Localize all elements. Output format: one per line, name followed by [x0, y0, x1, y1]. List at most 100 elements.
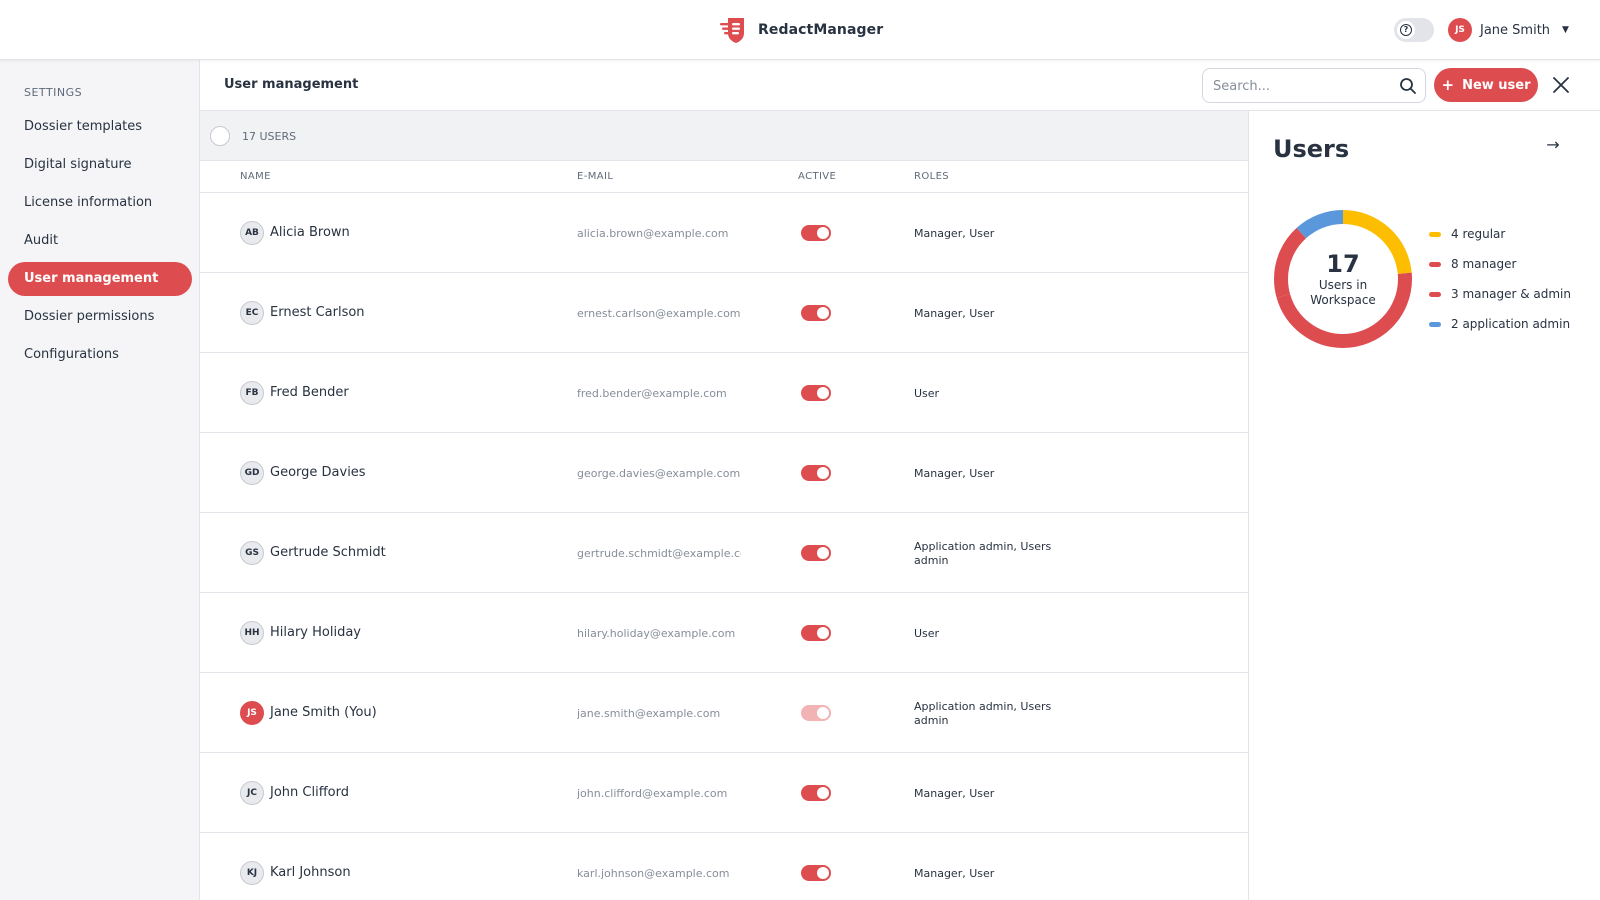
column-header-active[interactable]: ACTIVE: [798, 171, 836, 182]
legend-swatch: [1429, 291, 1441, 297]
active-toggle[interactable]: [801, 465, 831, 481]
active-toggle[interactable]: [801, 785, 831, 801]
legend-swatch: [1429, 231, 1441, 237]
toggle-knob: [817, 307, 829, 319]
toggle-knob: [817, 627, 829, 639]
user-name: John Clifford: [270, 785, 349, 800]
user-avatar: JS: [240, 701, 264, 725]
sidebar-item-audit[interactable]: Audit: [8, 224, 192, 258]
help-icon: ?: [1400, 24, 1412, 36]
column-header-email[interactable]: E-MAIL: [577, 171, 613, 182]
select-all-checkbox[interactable]: [210, 126, 230, 146]
user-email: fred.bender@example.com: [577, 387, 727, 400]
sidebar-heading: SETTINGS: [24, 86, 83, 99]
current-user-avatar: JS: [1448, 18, 1472, 42]
table-row[interactable]: GS Gertrude Schmidt gertrude.schmidt@exa…: [200, 513, 1248, 593]
donut-caption: Users in Workspace: [1310, 278, 1376, 307]
user-name: Karl Johnson: [270, 865, 351, 880]
panel-title: Users: [1273, 135, 1350, 163]
search-box: [1202, 68, 1426, 103]
search-input[interactable]: [1213, 77, 1393, 95]
user-email: ernest.carlson@example.com: [577, 307, 741, 320]
donut-total: 17: [1326, 250, 1360, 278]
chevron-down-icon: ▼: [1562, 25, 1569, 35]
active-toggle[interactable]: [801, 865, 831, 881]
user-avatar: GS: [240, 541, 264, 565]
plus-icon: +: [1441, 75, 1455, 94]
user-name: Hilary Holiday: [270, 625, 361, 640]
user-roles: User: [914, 627, 940, 640]
table-row[interactable]: KJ Karl Johnson karl.johnson@example.com…: [200, 833, 1248, 900]
table-row[interactable]: FB Fred Bender fred.bender@example.com U…: [200, 353, 1248, 433]
user-roles: Manager, User: [914, 787, 995, 800]
table-row[interactable]: AB Alicia Brown alicia.brown@example.com…: [200, 193, 1248, 273]
sidebar-item-user-management[interactable]: User management: [8, 262, 192, 296]
sidebar-item-configurations[interactable]: Configurations: [8, 338, 192, 372]
user-roles: Manager, User: [914, 467, 995, 480]
toggle-knob: [817, 467, 829, 479]
user-roles: Manager, User: [914, 867, 995, 880]
current-user-name: Jane Smith: [1480, 22, 1551, 38]
active-toggle[interactable]: [801, 225, 831, 241]
user-count: 17 USERS: [242, 130, 297, 143]
table-row[interactable]: JC John Clifford john.clifford@example.c…: [200, 753, 1248, 833]
users-stats-panel: Users → 17 Users in Workspace 4 regular …: [1248, 111, 1600, 900]
user-name: Gertrude Schmidt: [270, 545, 386, 560]
close-icon[interactable]: [1548, 72, 1574, 98]
user-roles: Application admin, Users admin: [914, 540, 1052, 567]
sidebar-item-digital-signature[interactable]: Digital signature: [8, 148, 192, 182]
brand[interactable]: RedactManager: [718, 14, 883, 46]
sidebar-item-dossier-permissions[interactable]: Dossier permissions: [8, 300, 192, 334]
new-user-label: New user: [1462, 77, 1531, 93]
user-roles: Manager, User: [914, 227, 995, 240]
table-header: NAME E-MAIL ACTIVE ROLES: [200, 161, 1248, 193]
settings-nav: Dossier templates Digital signature Lice…: [8, 110, 192, 376]
user-table: AB Alicia Brown alicia.brown@example.com…: [200, 193, 1248, 900]
active-toggle[interactable]: [801, 545, 831, 561]
table-row[interactable]: HH Hilary Holiday hilary.holiday@example…: [200, 593, 1248, 673]
legend-item-manager: 8 manager: [1429, 249, 1571, 279]
top-bar: RedactManager ? JS Jane Smith ▼: [0, 0, 1600, 60]
user-email: alicia.brown@example.com: [577, 227, 729, 240]
toggle-knob: [817, 867, 829, 879]
table-row[interactable]: JS Jane Smith (You) jane.smith@example.c…: [200, 673, 1248, 753]
table-row[interactable]: GD George Davies george.davies@example.c…: [200, 433, 1248, 513]
brand-name: RedactManager: [758, 22, 884, 38]
user-avatar: HH: [240, 621, 264, 645]
user-roles: Manager, User: [914, 307, 995, 320]
active-toggle[interactable]: [801, 625, 831, 641]
help-mode-toggle[interactable]: ?: [1394, 18, 1434, 42]
legend-label: 2 application admin: [1451, 317, 1571, 331]
sidebar-item-dossier-templates[interactable]: Dossier templates: [8, 110, 192, 144]
toggle-knob: [817, 547, 829, 559]
user-avatar: JC: [240, 781, 264, 805]
toggle-knob: [817, 787, 829, 799]
new-user-button[interactable]: + New user: [1434, 68, 1538, 102]
user-roles: Application admin, Users admin: [914, 700, 1052, 727]
user-name: Ernest Carlson: [270, 305, 365, 320]
legend-item-regular: 4 regular: [1429, 219, 1571, 249]
redactmanager-logo-icon: [720, 18, 744, 43]
user-name: Jane Smith (You): [270, 705, 377, 720]
user-email: john.clifford@example.com: [577, 787, 728, 800]
user-email: karl.johnson@example.com: [577, 867, 730, 880]
table-row[interactable]: EC Ernest Carlson ernest.carlson@example…: [200, 273, 1248, 353]
legend-label: 3 manager & admin: [1451, 287, 1571, 301]
active-toggle[interactable]: [801, 305, 831, 321]
arrow-right-icon[interactable]: →: [1541, 133, 1565, 157]
search-icon[interactable]: [1399, 77, 1417, 95]
user-avatar: FB: [240, 381, 264, 405]
user-menu[interactable]: JS Jane Smith ▼: [1448, 18, 1569, 42]
legend-swatch: [1429, 321, 1441, 327]
user-avatar: KJ: [240, 861, 264, 885]
help-toggle-knob: ?: [1397, 21, 1415, 39]
user-email: george.davies@example.com: [577, 467, 741, 480]
user-email: gertrude.schmidt@example.cc: [577, 547, 741, 560]
sidebar-item-license-information[interactable]: License information: [8, 186, 192, 220]
toggle-knob: [817, 707, 829, 719]
active-toggle[interactable]: [801, 385, 831, 401]
page-title: User management: [224, 77, 359, 92]
column-header-name[interactable]: NAME: [240, 171, 271, 182]
column-header-roles[interactable]: ROLES: [914, 171, 949, 182]
user-email: hilary.holiday@example.com: [577, 627, 736, 640]
